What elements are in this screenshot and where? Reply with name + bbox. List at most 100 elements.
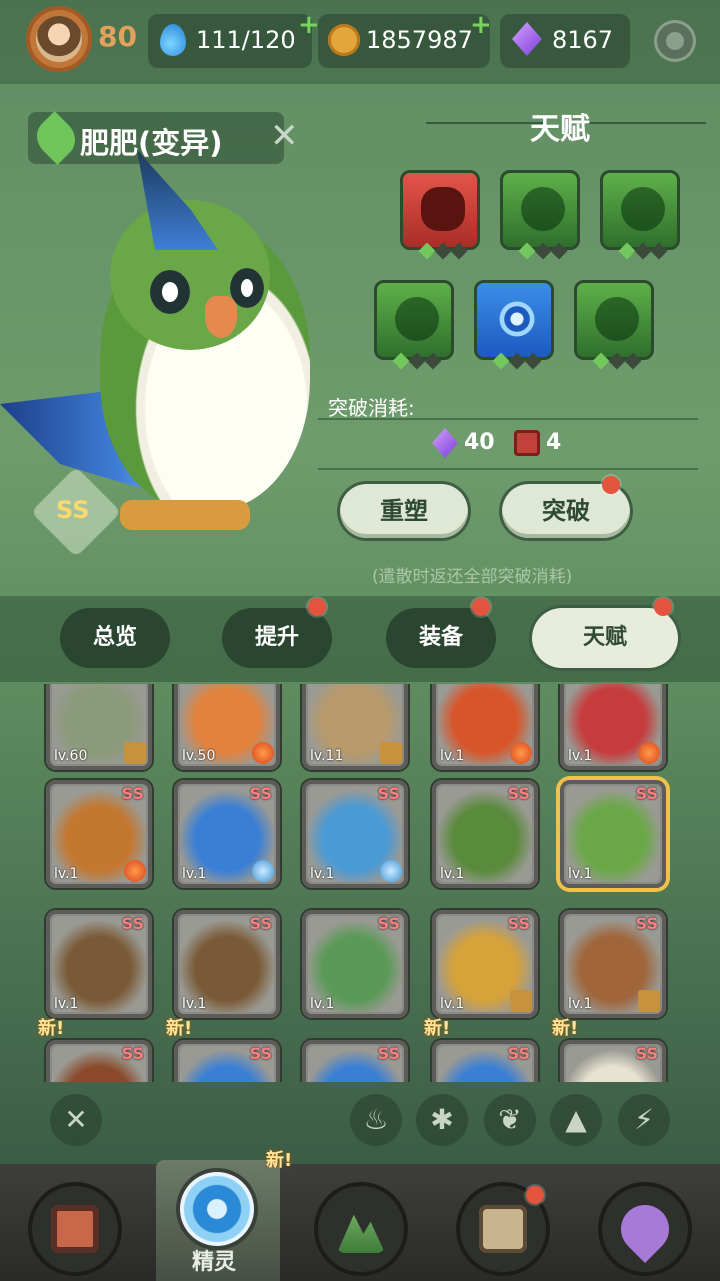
leaf-icon (621, 187, 665, 231)
talent-level-pip (608, 352, 626, 370)
earth-element-icon (638, 990, 660, 1012)
pet-card[interactable]: SS (302, 1040, 408, 1082)
pet-card[interactable]: SS lv.1 (46, 780, 152, 888)
fire-filter-icon[interactable]: ♨ (350, 1094, 402, 1146)
leaf-claw-icon (521, 187, 565, 231)
earth-filter-icon[interactable]: ▲ (550, 1094, 602, 1146)
location-pin-icon (611, 1195, 679, 1263)
talent-card[interactable] (474, 280, 554, 370)
fire-element-icon (638, 742, 660, 764)
player-level: 80 (98, 20, 137, 53)
pet-card[interactable]: SS lv.1 (302, 780, 408, 888)
pet-level: lv.11 (310, 748, 344, 764)
nav-map-button[interactable] (318, 1186, 404, 1272)
pet-card[interactable]: SS lv.1 (432, 910, 538, 1018)
new-badge: 新! (38, 1018, 65, 1039)
add-coin-button[interactable]: + (470, 10, 492, 40)
talent-card[interactable] (400, 170, 480, 260)
tab-equipment[interactable]: 装备 (386, 608, 496, 668)
leaf-claw-icon (395, 297, 439, 341)
vortex-icon (495, 297, 539, 341)
talent-level-pip (650, 242, 668, 260)
pet-card[interactable]: SS lv.1 (46, 910, 152, 1018)
notification-dot (602, 476, 620, 494)
talent-level-pip (634, 242, 652, 260)
nav-location-button[interactable] (602, 1186, 688, 1272)
pet-card[interactable]: lv.11 (302, 684, 408, 770)
notification-dot (308, 598, 326, 616)
talent-card[interactable] (574, 280, 654, 370)
talent-level-pip (434, 242, 452, 260)
fire-element-icon (510, 742, 532, 764)
add-stamina-button[interactable]: + (298, 10, 320, 40)
fire-element-icon (252, 742, 274, 764)
spirit-vortex-icon[interactable] (180, 1172, 254, 1246)
talent-level-pip (508, 352, 526, 370)
pet-card[interactable]: SS lv.1 (174, 780, 280, 888)
rank-text: SS (507, 914, 530, 933)
pet-card[interactable]: SS (560, 1040, 666, 1082)
pet-card[interactable]: lv.1 (560, 684, 666, 770)
new-badge: 新! (424, 1018, 451, 1039)
rank-text: SS (507, 784, 530, 803)
earth-element-icon (380, 742, 402, 764)
pet-card[interactable]: SS lv.1 (560, 910, 666, 1018)
rank-text: SS (249, 784, 272, 803)
talent-card[interactable] (600, 170, 680, 260)
pet-card[interactable]: SS lv.1 (560, 780, 666, 888)
rank-text: SS (635, 1044, 658, 1063)
notification-dot (526, 1186, 544, 1204)
pet-card[interactable]: SS lv.1 (302, 910, 408, 1018)
pet-level: lv.1 (440, 996, 465, 1012)
pet-card[interactable]: lv.1 (432, 684, 538, 770)
gem-value: 8167 (552, 26, 614, 54)
pet-card[interactable]: lv.60 (46, 684, 152, 770)
rank-text: SS (121, 914, 144, 933)
pet-beak (205, 296, 237, 338)
pet-card[interactable]: SS lv.1 (432, 780, 538, 888)
gem-cost-value: 40 (464, 430, 495, 455)
clear-filter-icon[interactable]: ✕ (50, 1094, 102, 1146)
tab-talent[interactable]: 天赋 (532, 608, 678, 668)
pet-level: lv.1 (568, 866, 593, 882)
talent-card[interactable] (500, 170, 580, 260)
talent-title: 天赋 (530, 112, 590, 147)
pet-card[interactable]: lv.50 (174, 684, 280, 770)
pet-level: lv.1 (182, 866, 207, 882)
tab-upgrade[interactable]: 提升 (222, 608, 332, 668)
earth-element-icon (510, 990, 532, 1012)
talent-card[interactable] (374, 280, 454, 370)
pet-card[interactable]: SS (432, 1040, 538, 1082)
mountain-icon (337, 1214, 385, 1253)
pet-level: lv.1 (310, 866, 335, 882)
rank-text: SS (377, 914, 400, 933)
coin-icon (328, 24, 360, 56)
pet-collection-grid: lv.60 lv.50 lv.11 lv.1 lv.1 SS lv.1 SS lv.1 SS lv.… (0, 684, 720, 1082)
leaf-filter-icon[interactable]: ❦ (484, 1094, 536, 1146)
reset-button[interactable]: 重塑 (340, 484, 468, 538)
ice-filter-icon[interactable]: ✱ (416, 1094, 468, 1146)
talent-level-pip (534, 242, 552, 260)
tab-overview[interactable]: 总览 (60, 608, 170, 668)
chest-icon (479, 1205, 527, 1253)
close-icon[interactable]: ✕ (270, 116, 299, 156)
settings-gear-icon[interactable] (654, 20, 696, 62)
talent-level-pip (618, 242, 636, 260)
ice-element-icon (380, 860, 402, 882)
fang-icon (421, 187, 465, 231)
backpack-icon (51, 1205, 99, 1253)
player-avatar[interactable] (26, 6, 92, 72)
pet-feet (120, 500, 250, 530)
pet-card[interactable]: SS (174, 1040, 280, 1082)
pet-card[interactable]: SS (46, 1040, 152, 1082)
pet-level: lv.1 (310, 996, 335, 1012)
talent-level-pip (492, 352, 510, 370)
rank-text: SS (377, 1044, 400, 1063)
pet-card[interactable]: SS lv.1 (174, 910, 280, 1018)
pet-eye (150, 270, 190, 314)
stamina-drop-icon (160, 24, 186, 56)
nav-bag-button[interactable] (32, 1186, 118, 1272)
avatar-face (36, 16, 82, 62)
rank-text: SS (377, 784, 400, 803)
lightning-filter-icon[interactable]: ⚡ (618, 1094, 670, 1146)
